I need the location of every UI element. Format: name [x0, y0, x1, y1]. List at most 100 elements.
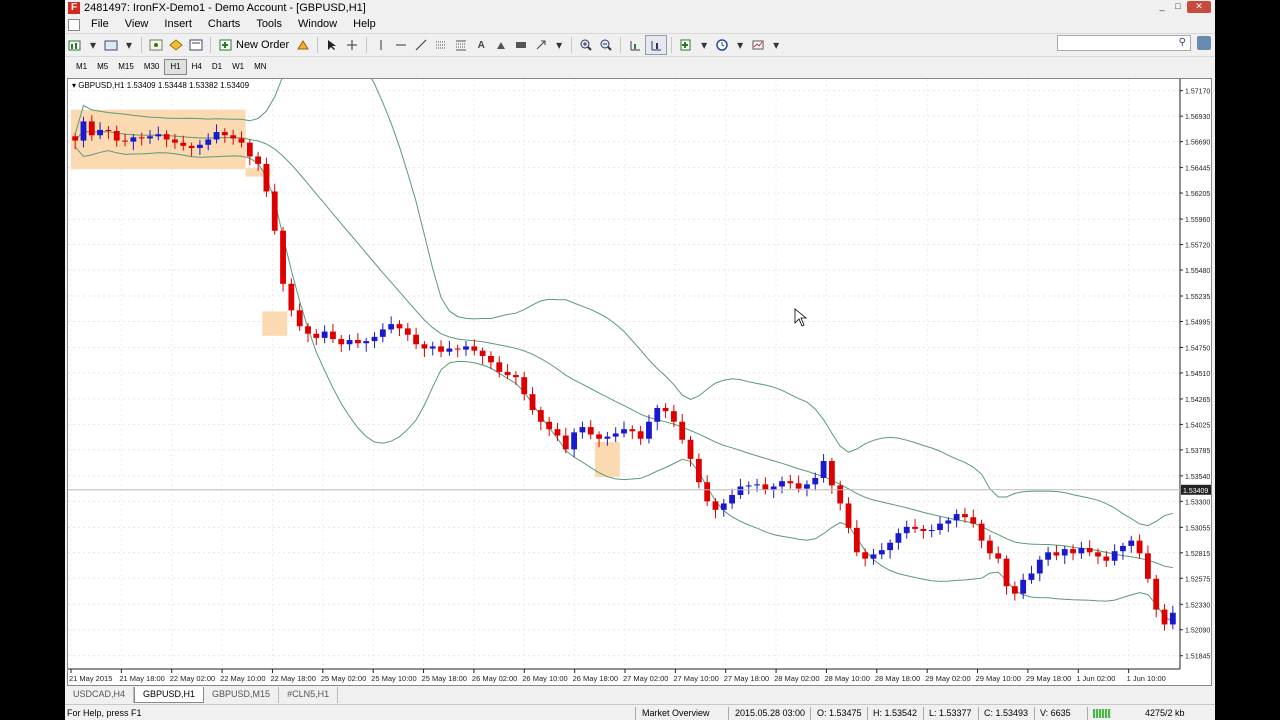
close-button[interactable]: ✕ [1187, 1, 1211, 13]
candle-body [579, 427, 586, 433]
connection-status-icon[interactable] [1093, 709, 1111, 718]
candle-body [471, 346, 478, 351]
time-tick-label: 26 May 18:00 [573, 674, 618, 683]
mouse-cursor-icon [794, 308, 808, 327]
timeframe-mn[interactable]: MN [249, 58, 271, 76]
search-input[interactable]: ⚲ [1057, 35, 1191, 51]
zoom-in-icon[interactable] [576, 36, 596, 54]
candle-body [928, 529, 935, 532]
candle-body [330, 331, 336, 339]
chevron-down-icon[interactable]: ▾ [696, 36, 712, 54]
price-tick-label: 1.53785 [1185, 448, 1210, 455]
timeframe-h4[interactable]: H4 [187, 58, 207, 76]
chart-shift-icon[interactable] [645, 35, 668, 55]
community-icon[interactable] [1197, 36, 1211, 50]
toolbar-separator [366, 37, 368, 53]
arrows-icon[interactable] [531, 36, 551, 54]
price-tick-label: 1.53300 [1185, 499, 1210, 506]
menu-file[interactable]: File [83, 16, 117, 33]
status-separator [810, 707, 811, 720]
candle-body [1103, 556, 1110, 561]
new-chart-icon[interactable] [65, 36, 85, 54]
chevron-down-icon[interactable]: ▾ [551, 36, 567, 54]
candle-body [537, 410, 544, 422]
status-separator [978, 707, 979, 720]
menu-insert[interactable]: Insert [156, 16, 200, 33]
timeframe-m5[interactable]: M5 [92, 58, 113, 76]
price-tick-label: 1.56690 [1185, 140, 1210, 147]
candle-body [105, 129, 112, 131]
candle-body [612, 433, 619, 437]
chart-window[interactable]: 1.57170 1.56930 1.56690 1.56445 1.56205 1.559… [67, 78, 1212, 686]
vertical-line-icon[interactable] [371, 36, 391, 54]
menu-view[interactable]: View [117, 16, 157, 33]
price-tick-label: 1.54750 [1185, 345, 1210, 352]
text-icon[interactable]: A [471, 36, 491, 54]
candle-body [1028, 573, 1035, 580]
status-separator [923, 707, 924, 720]
horizontal-line-icon[interactable] [391, 36, 411, 54]
zoom-out-icon[interactable] [596, 36, 616, 54]
terminal-icon[interactable] [186, 36, 206, 54]
maximize-button[interactable]: □ [1171, 1, 1185, 13]
tab-gbpusd-h1[interactable]: GBPUSD,H1 [134, 687, 205, 703]
indicators-icon[interactable] [676, 36, 696, 54]
timeframe-h1[interactable]: H1 [164, 58, 187, 75]
price-chart[interactable]: 1.57170 1.56930 1.56690 1.56445 1.56205 1.559… [68, 79, 1211, 685]
timeframe-m15[interactable]: M15 [113, 58, 139, 76]
candle-body [828, 461, 835, 486]
menu-charts[interactable]: Charts [200, 16, 248, 33]
crosshair-icon[interactable] [342, 36, 362, 54]
candle-body [912, 526, 918, 529]
menu-bar: File View Insert Charts Tools Window Hel… [65, 16, 1215, 33]
candle-body [1144, 553, 1151, 579]
navigator-icon[interactable] [166, 36, 186, 54]
timeframe-w1[interactable]: W1 [227, 58, 249, 76]
chevron-down-icon[interactable]: ▾ [85, 36, 101, 54]
templates-icon[interactable] [748, 36, 768, 54]
chevron-down-icon[interactable]: ▾ [768, 36, 784, 54]
timeframe-d1[interactable]: D1 [207, 58, 227, 76]
chart-window-icon[interactable] [68, 18, 80, 31]
menu-help[interactable]: Help [345, 16, 384, 33]
fibonacci-icon[interactable] [451, 36, 471, 54]
menu-window[interactable]: Window [290, 16, 345, 33]
price-tick-label: 1.51845 [1185, 654, 1210, 661]
profiles-icon[interactable] [101, 36, 121, 54]
chevron-down-icon[interactable]: ▾ [121, 36, 137, 54]
price-tick-label: 1.56445 [1185, 166, 1210, 173]
auto-scroll-icon[interactable] [625, 36, 645, 54]
candle-body [504, 371, 511, 376]
candle-body [354, 340, 361, 344]
candle-body [196, 144, 203, 148]
new-order-button[interactable]: New Order [215, 39, 293, 51]
cursor-icon[interactable] [322, 36, 342, 54]
status-profile[interactable]: Market Overview [642, 708, 710, 718]
timeframe-m30[interactable]: M30 [139, 58, 165, 76]
toolbar-separator [571, 37, 573, 53]
candle-body [421, 344, 428, 349]
chevron-down-icon[interactable]: ▾ [732, 36, 748, 54]
tab-gbpusd-m15[interactable]: GBPUSD,M15 [204, 687, 280, 703]
candle-body [787, 481, 794, 484]
chart-ohlc-info: GBPUSD,H1 1.53409 1.53448 1.53382 1.5340… [78, 81, 250, 90]
minimize-button[interactable]: _ [1155, 1, 1169, 13]
candle-body [812, 477, 819, 485]
timeframe-m1[interactable]: M1 [71, 58, 92, 76]
menu-tools[interactable]: Tools [248, 16, 290, 33]
arrow-shape-icon[interactable] [491, 36, 511, 54]
autotrading-icon[interactable] [293, 36, 313, 54]
candle-body [695, 458, 702, 483]
candle-body [937, 523, 943, 530]
tab-usdcad-h4[interactable]: USDCAD,H4 [65, 687, 135, 703]
candle-body [679, 421, 686, 440]
periods-clock-icon[interactable] [712, 36, 732, 54]
market-watch-icon[interactable] [146, 36, 166, 54]
channel-icon[interactable] [431, 36, 451, 54]
candle-body [529, 394, 536, 411]
tab-cln5-h1[interactable]: #CLN5,H1 [279, 687, 339, 703]
candle-body [371, 336, 378, 342]
search-icon[interactable]: ⚲ [1179, 37, 1186, 48]
rectangle-icon[interactable] [511, 36, 531, 54]
trendline-icon[interactable] [411, 36, 431, 54]
